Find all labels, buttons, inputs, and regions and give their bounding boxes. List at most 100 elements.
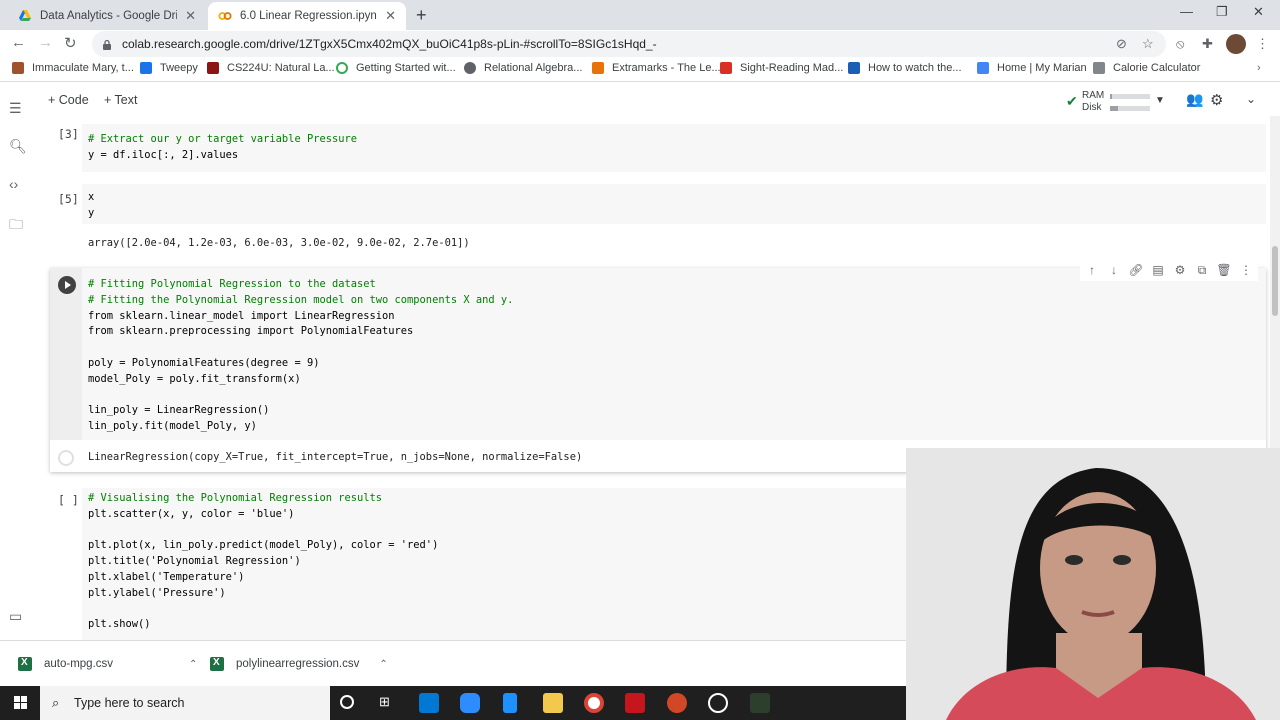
- bookmark-item[interactable]: Home | My Marian: [977, 62, 1087, 74]
- bookmarks-overflow-icon[interactable]: ›: [1257, 62, 1261, 74]
- tab-colab-notebook[interactable]: 6.0 Linear Regression.ipynb - Col ✕: [208, 2, 406, 30]
- bookmark-favicon: [848, 62, 860, 74]
- google-drive-icon: [19, 10, 31, 21]
- cortana-icon[interactable]: [340, 695, 354, 709]
- search-icon[interactable]: 🔍︎: [9, 138, 27, 155]
- code-line: y: [88, 206, 95, 219]
- taskbar-search-box[interactable]: ⌕ Type here to search: [40, 686, 330, 720]
- acrobat-icon[interactable]: [625, 693, 645, 713]
- zoom-app-icon[interactable]: [460, 693, 480, 713]
- presenter-video-image: [906, 448, 1280, 720]
- disk-bar: [1110, 106, 1150, 111]
- close-tab-icon[interactable]: ✕: [385, 8, 396, 24]
- task-view-icon[interactable]: ⊞: [379, 694, 390, 710]
- headset-app-icon[interactable]: [750, 693, 770, 713]
- code-line: lin_poly = LinearRegression(): [88, 404, 270, 417]
- cell-code: # Fitting Polynomial Regression to the d…: [88, 277, 513, 435]
- chevron-up-icon[interactable]: ⌃: [379, 659, 387, 670]
- tab-google-drive[interactable]: Data Analytics - Google Drive ✕: [8, 2, 206, 30]
- move-up-icon[interactable]: ↑: [1084, 263, 1100, 277]
- scrollbar-thumb[interactable]: [1272, 246, 1278, 316]
- download-item[interactable]: polylinearregression.csv ⌃: [210, 657, 388, 671]
- runtime-dropdown-icon[interactable]: ▼: [1155, 95, 1165, 106]
- download-item[interactable]: auto-mpg.csv ⌃: [18, 657, 197, 671]
- forward-icon[interactable]: →: [38, 34, 53, 51]
- code-line: plt.plot(x, lin_poly.predict(model_Poly)…: [88, 539, 439, 552]
- settings-gear-icon[interactable]: ⚙: [1210, 91, 1223, 109]
- windows-start-icon[interactable]: [14, 696, 28, 710]
- disk-label: Disk: [1082, 102, 1102, 113]
- profile-avatar[interactable]: [1226, 34, 1246, 54]
- extensions-icon[interactable]: ✚: [1202, 36, 1213, 52]
- azure-app-icon[interactable]: [419, 693, 439, 713]
- block-icon[interactable]: ⦸: [1176, 36, 1184, 52]
- collapse-chevron-icon[interactable]: ⌄: [1246, 92, 1256, 106]
- run-cell-button[interactable]: [58, 276, 76, 294]
- bookmark-item[interactable]: Calorie Calculator: [1093, 62, 1200, 74]
- cell-code: # Extract our y or target variable Press…: [88, 132, 357, 164]
- terminal-icon[interactable]: ▭: [9, 608, 22, 625]
- code-cell[interactable]: [3] # Extract our y or target variable P…: [50, 124, 1266, 172]
- share-people-icon[interactable]: 👥: [1186, 91, 1203, 108]
- code-line: # Extract our y or target variable Press…: [88, 133, 357, 145]
- comment-icon[interactable]: ▤: [1150, 263, 1166, 277]
- execution-count: [ ]: [58, 493, 79, 507]
- output-status-icon: [58, 450, 74, 466]
- cell-settings-icon[interactable]: ⚙: [1172, 263, 1188, 277]
- toc-menu-icon[interactable]: ☰: [9, 100, 22, 117]
- bookmark-item[interactable]: CS224U: Natural La...: [207, 62, 335, 74]
- move-down-icon[interactable]: ↓: [1106, 263, 1122, 277]
- link-icon[interactable]: 🔗︎: [1128, 263, 1144, 277]
- tab-title: Data Analytics - Google Drive: [40, 10, 178, 22]
- file-explorer-icon[interactable]: [543, 693, 563, 713]
- code-line: y = df.iloc[:, 2].values: [88, 148, 239, 161]
- address-bar[interactable]: colab.research.google.com/drive/1ZTgxX5C…: [92, 31, 1166, 57]
- browser-tab-strip: Data Analytics - Google Drive ✕ 6.0 Line…: [0, 0, 1280, 30]
- execution-count: [3]: [58, 127, 79, 141]
- add-code-button[interactable]: + Code: [48, 93, 89, 107]
- close-tab-icon[interactable]: ✕: [185, 8, 196, 24]
- minimize-icon[interactable]: —: [1180, 4, 1193, 19]
- bookmark-item[interactable]: How to watch the...: [848, 62, 962, 74]
- close-window-icon[interactable]: ✕: [1253, 4, 1264, 20]
- bookmark-item[interactable]: Tweepy: [140, 62, 198, 74]
- colab-left-rail: ☰ 🔍︎ ‹› 🗀 ▭: [0, 86, 34, 640]
- chrome-icon[interactable]: [584, 693, 604, 713]
- maximize-icon[interactable]: ❐: [1216, 4, 1228, 20]
- powerpoint-icon[interactable]: [667, 693, 687, 713]
- bookmark-star-icon[interactable]: ☆: [1142, 36, 1154, 52]
- bookmark-item[interactable]: Extramarks - The Le...: [592, 62, 721, 74]
- bookmark-favicon: [336, 62, 348, 74]
- mirror-cell-icon[interactable]: ⧉: [1194, 263, 1210, 278]
- code-line: # Visualising the Polynomial Regression …: [88, 492, 383, 504]
- bookmark-favicon: [464, 62, 476, 74]
- code-cell-active[interactable]: # Fitting Polynomial Regression to the d…: [50, 268, 1266, 472]
- reload-icon[interactable]: ↻: [64, 34, 77, 52]
- bookmark-item[interactable]: Immaculate Mary, t...: [12, 62, 134, 74]
- bookmark-item[interactable]: Getting Started wit...: [336, 62, 456, 74]
- code-line: poly = PolynomialFeatures(degree = 9): [88, 356, 320, 369]
- code-snippets-icon[interactable]: ‹›: [9, 176, 18, 192]
- bookmark-item[interactable]: Sight-Reading Mad...: [720, 62, 843, 74]
- more-options-icon[interactable]: ⋮: [1238, 263, 1254, 277]
- disk-bar-fill: [1110, 106, 1118, 111]
- code-line: plt.title('Polynomial Regression'): [88, 555, 301, 568]
- code-line: x: [88, 191, 95, 203]
- bookmark-favicon: [592, 62, 604, 74]
- cell-editor[interactable]: [82, 184, 1266, 224]
- code-cell[interactable]: [5] x y array([2.0e-04, 1.2e-03, 6.0e-03…: [50, 184, 1266, 254]
- code-line: from sklearn.linear_model import LinearR…: [88, 309, 395, 322]
- execution-count: [5]: [58, 192, 79, 206]
- obs-icon[interactable]: [708, 693, 728, 713]
- back-icon[interactable]: ←: [11, 34, 26, 51]
- bookmark-item[interactable]: Relational Algebra...: [464, 62, 582, 74]
- excel-file-icon: [18, 657, 32, 671]
- file-app-icon[interactable]: [503, 693, 517, 713]
- new-tab-button[interactable]: +: [416, 5, 427, 26]
- add-text-button[interactable]: + Text: [104, 93, 137, 107]
- files-folder-icon[interactable]: 🗀: [9, 214, 23, 238]
- eye-off-icon[interactable]: ⊘: [1116, 36, 1127, 52]
- menu-kebab-icon[interactable]: ⋮: [1256, 36, 1269, 52]
- delete-icon[interactable]: 🗑︎: [1216, 263, 1232, 277]
- chevron-up-icon[interactable]: ⌃: [189, 659, 197, 670]
